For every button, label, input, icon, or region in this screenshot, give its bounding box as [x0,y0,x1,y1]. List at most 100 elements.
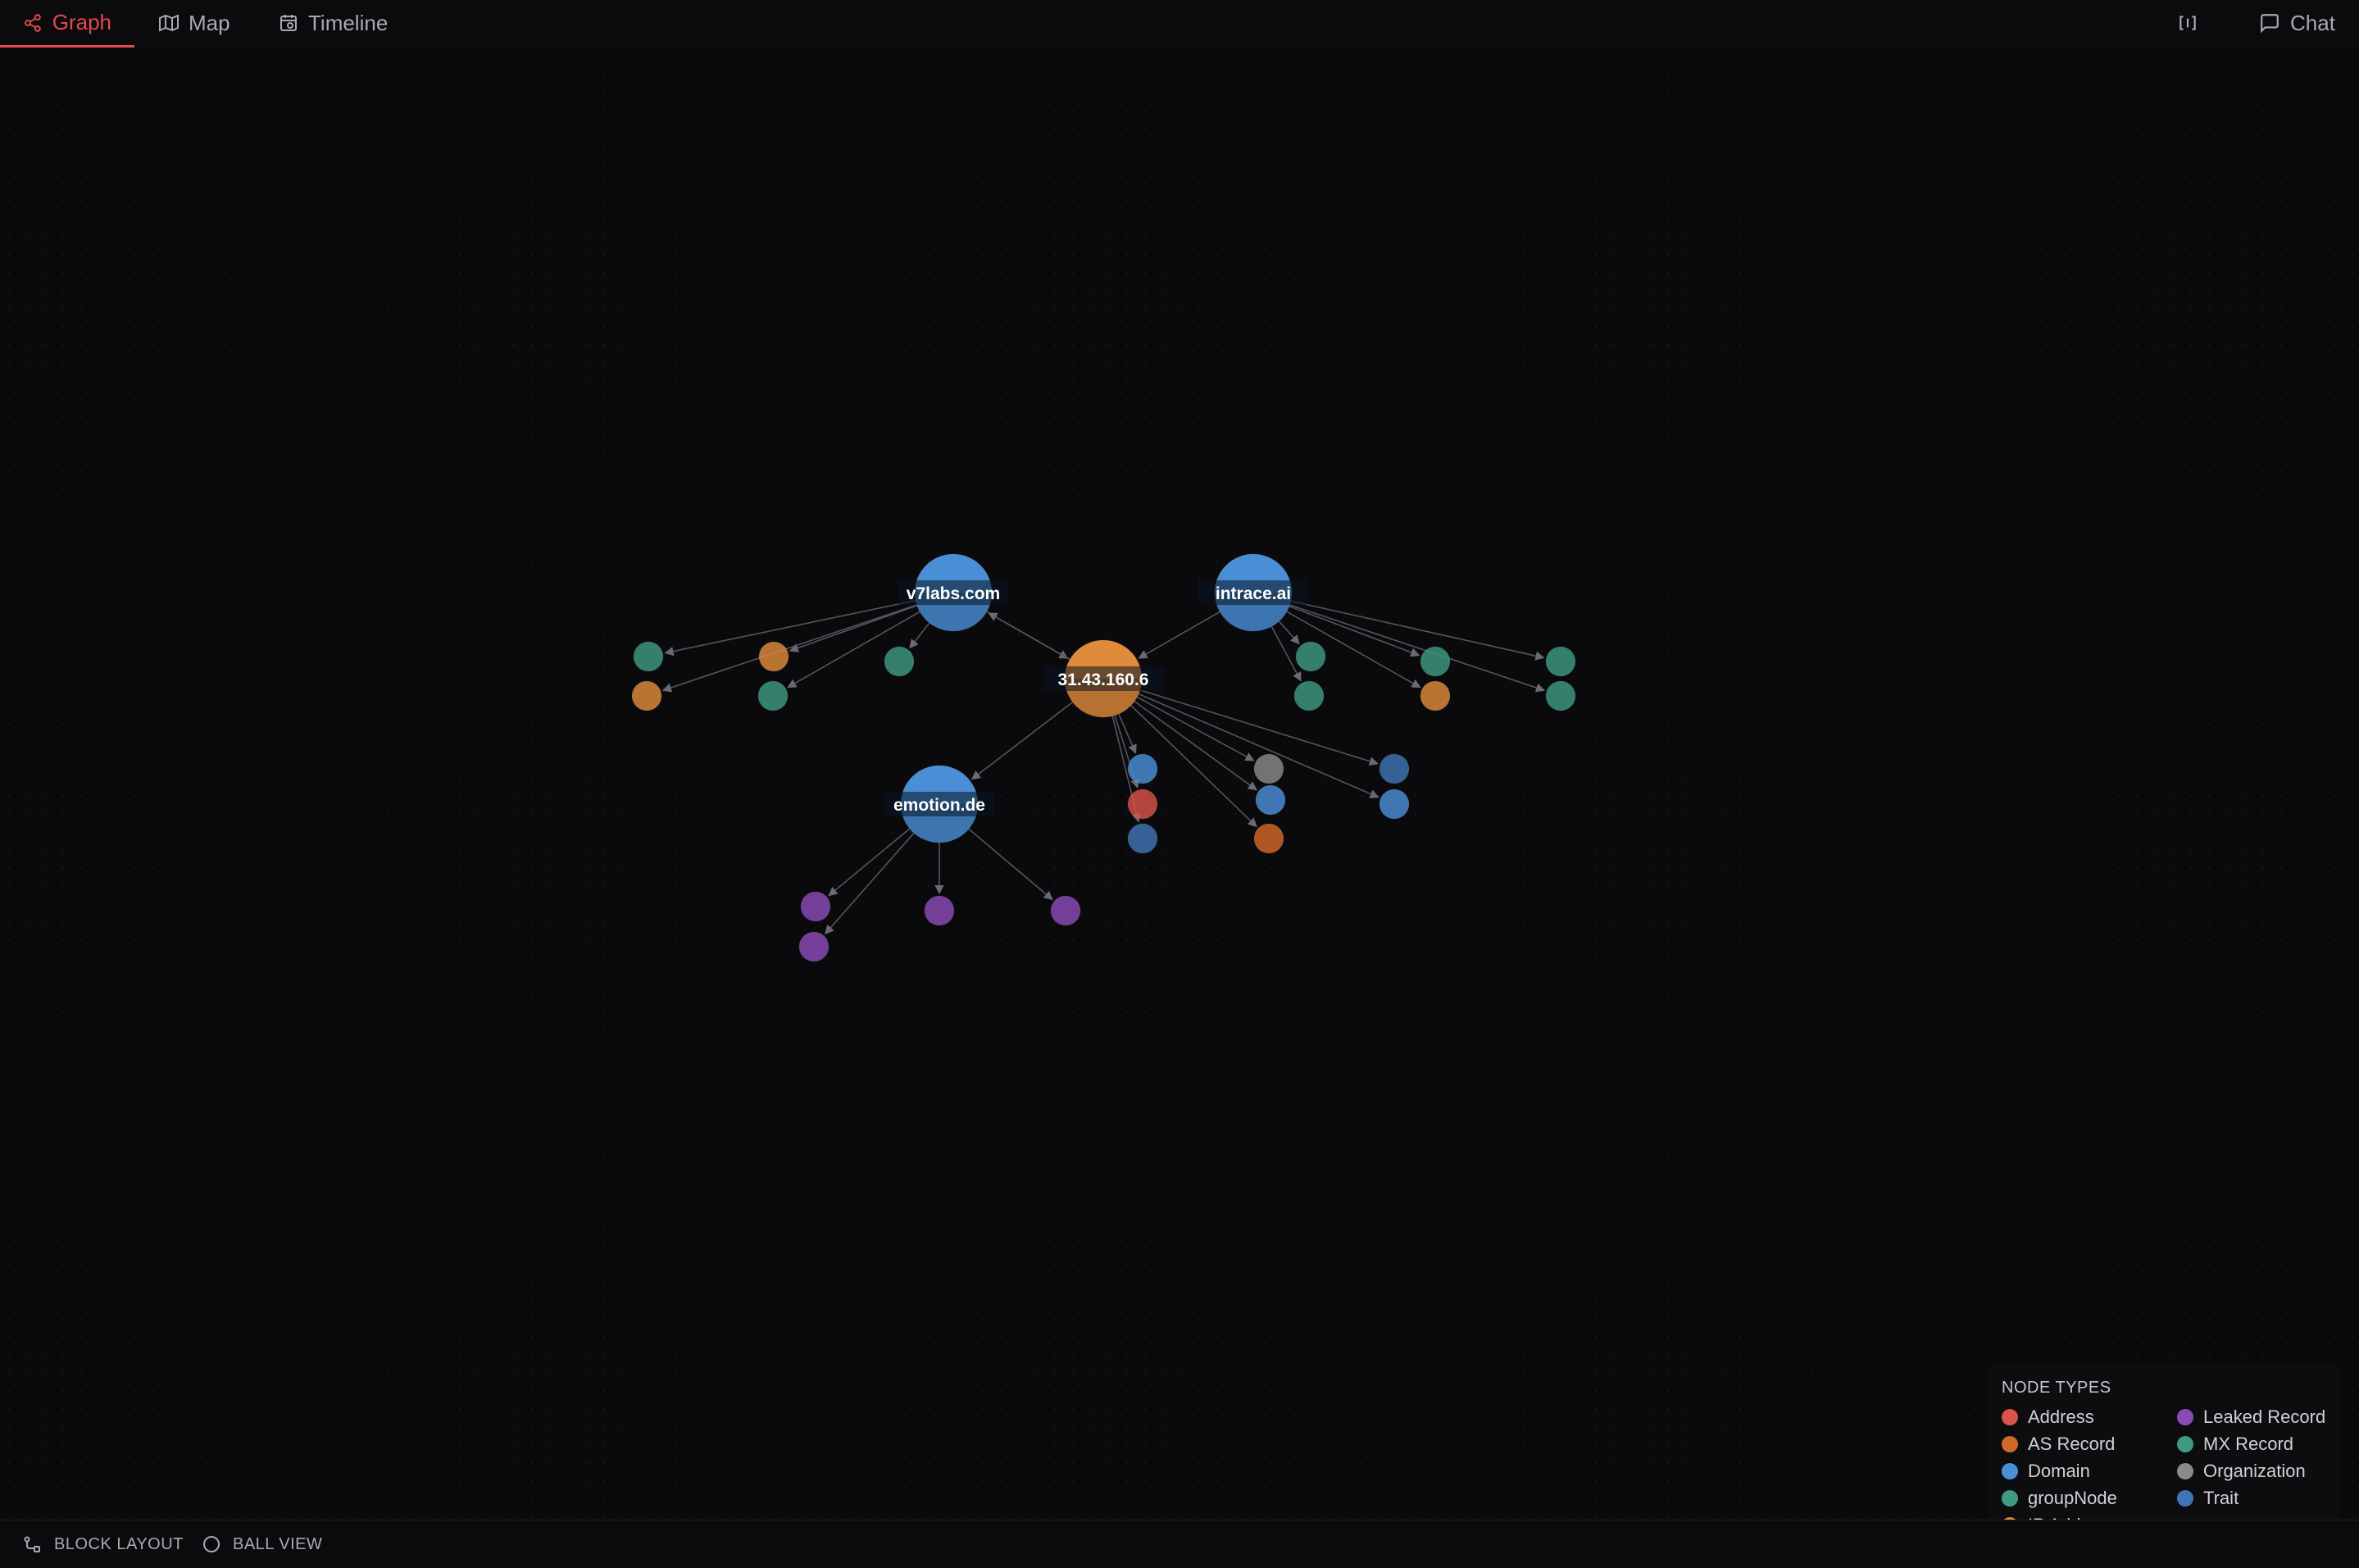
graph-node[interactable] [1127,789,1158,820]
panel-toggle-button[interactable] [2177,0,2198,46]
legend-swatch [2002,1409,2018,1425]
legend-label: Address [2028,1407,2094,1427]
legend-label: MX Record [2203,1434,2294,1454]
node-label: 31.43.160.6 [1058,670,1149,689]
node-label: v7labs.com [907,584,1000,603]
graph-edge [988,612,1070,661]
node-label: intrace.ai [1216,584,1291,603]
graph-edge [789,605,917,652]
share-nodes-icon [24,13,41,32]
graph-node[interactable] [1050,895,1081,926]
graph-node[interactable] [631,680,662,711]
graph-node[interactable] [884,646,915,677]
graph-node[interactable] [1420,646,1451,677]
ball-view-label: BALL VIEW [233,1534,323,1553]
tab-timeline[interactable]: Timeline [256,0,411,46]
node-circle [924,895,955,926]
tab-map-label: Map [189,10,230,35]
split-panel-icon [2179,16,2196,30]
graph-node[interactable] [757,680,789,711]
node-circle [1127,753,1158,784]
node-circle [1545,680,1576,711]
node-circle [1253,753,1284,784]
graph-node[interactable] [924,895,955,926]
ball-view-button[interactable]: BALL VIEW [202,1520,322,1568]
node-circle [1545,646,1576,677]
graph-edge [664,599,916,657]
legend-item: Address [2002,1407,2177,1427]
legend-label: AS Record [2028,1434,2116,1454]
legend-label: Domain [2028,1461,2090,1481]
graph-edge [1138,611,1220,659]
graph-edge [1289,604,1546,693]
graph-edge [1118,713,1137,754]
graph-node-intrace[interactable]: intrace.ai [1198,553,1308,632]
graph-edge [1139,689,1379,766]
graph-edge [828,828,911,897]
graph-edge [825,832,915,935]
circle-icon [203,1536,220,1552]
node-circle [757,680,789,711]
legend-items: Address Leaked Record AS Record MX Recor… [2002,1407,2325,1535]
graph-edge [1138,693,1379,798]
graph-node[interactable] [800,891,831,922]
legend-item: MX Record [2177,1434,2341,1454]
graph-node[interactable] [1127,753,1158,784]
node-circle [1420,680,1451,711]
legend-item: Organization [2177,1461,2341,1481]
tab-graph[interactable]: Graph [0,0,134,48]
graph-node[interactable] [1253,823,1284,854]
legend-swatch [2002,1463,2018,1479]
legend-swatch [2177,1463,2193,1479]
node-circle [1420,646,1451,677]
calendar-clock-icon [280,15,297,31]
graph-node[interactable] [1127,823,1158,854]
graph-node[interactable] [633,641,664,672]
graph-node[interactable] [1379,789,1410,820]
legend-item: groupNode [2002,1488,2177,1508]
node-circle [1379,753,1410,784]
chat-label: Chat [2290,10,2335,35]
graph-node[interactable] [1545,680,1576,711]
graph-node[interactable] [1545,646,1576,677]
tab-timeline-label: Timeline [308,10,389,35]
graph-node-ip[interactable]: 31.43.160.6 [1043,639,1163,718]
legend-item: Trait [2177,1488,2341,1508]
node-circle [1127,823,1158,854]
graph-edge [1278,620,1300,645]
top-toolbar: Graph Map Timeline Chat [0,0,2359,48]
chat-button[interactable]: Chat [2259,0,2335,46]
block-layout-button[interactable]: BLOCK LAYOUT [23,1520,184,1568]
node-circle [1253,823,1284,854]
block-layout-icon [24,1536,40,1552]
graph-node[interactable] [798,931,830,962]
node-circle [1050,895,1081,926]
graph-node[interactable] [1379,753,1410,784]
legend-swatch [2002,1436,2018,1452]
legend-label: Organization [2203,1461,2306,1481]
node-circle [1255,784,1286,816]
graph-canvas[interactable]: v7labs.com 31.43.160.6 intrace.ai emotion.d… [0,48,2359,1549]
graph-node-emotion[interactable]: emotion.de [884,765,994,843]
tab-graph-label: Graph [52,10,111,34]
legend-item: AS Record [2002,1434,2177,1454]
node-circle [1127,789,1158,820]
legend-label: groupNode [2028,1488,2117,1508]
graph-node[interactable] [1293,680,1325,711]
node-label: emotion.de [893,796,985,815]
graph-edge [661,604,917,693]
graph-edge [909,622,930,649]
graph-node[interactable] [758,641,789,672]
graph-node-v7[interactable]: v7labs.com [898,553,1008,632]
map-icon [159,14,179,32]
chat-bubble-icon [2261,14,2279,34]
graph-node[interactable] [1253,753,1284,784]
legend-item: Leaked Record [2177,1407,2341,1427]
graph-node[interactable] [1420,680,1451,711]
tab-map[interactable]: Map [136,0,253,46]
node-circle [1295,641,1326,672]
graph-svg[interactable]: v7labs.com 31.43.160.6 intrace.ai emotion.d… [0,48,2359,1520]
node-circle [758,641,789,672]
graph-node[interactable] [1295,641,1326,672]
graph-node[interactable] [1255,784,1286,816]
